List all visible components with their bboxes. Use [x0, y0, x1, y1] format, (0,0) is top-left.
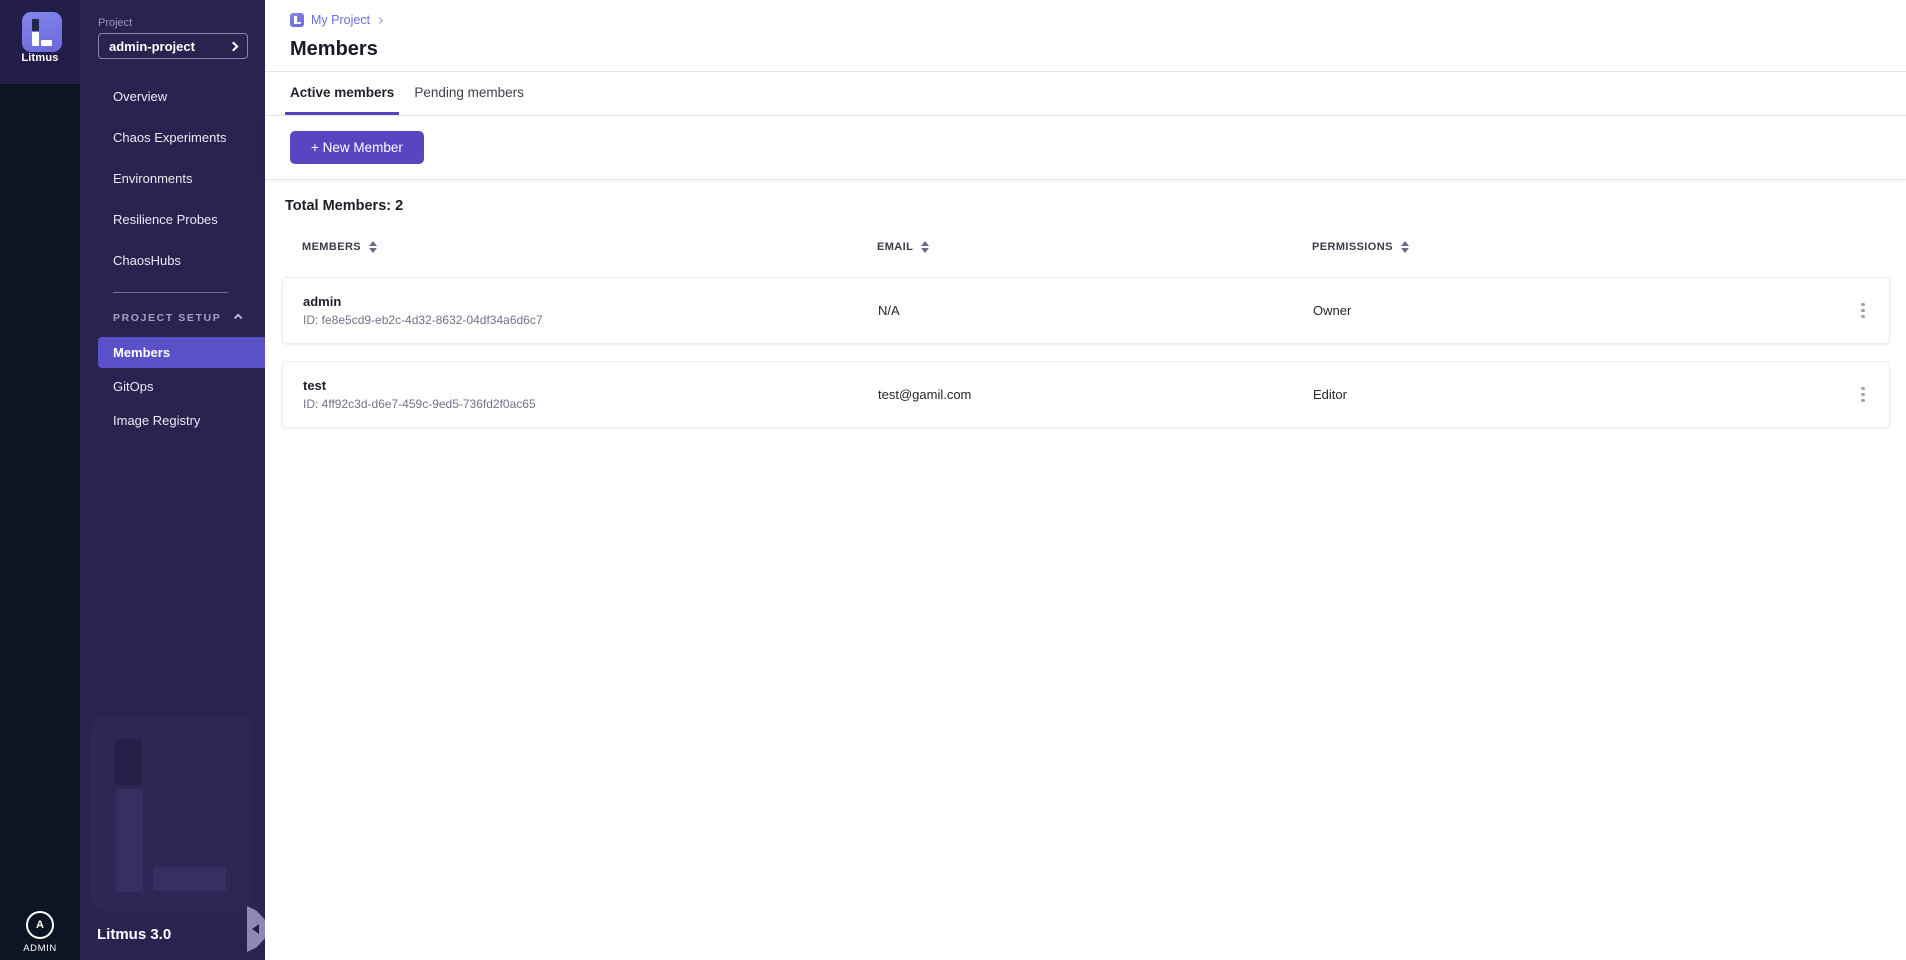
- row-menu-button[interactable]: [1851, 299, 1875, 323]
- sidebar-item-overview[interactable]: Overview: [80, 76, 265, 117]
- member-email: N/A: [878, 303, 1313, 318]
- tab-bar: Active members Pending members: [265, 72, 1906, 116]
- logo-horizontal-bar: [297, 22, 301, 25]
- member-permission: Editor: [1313, 387, 1843, 402]
- page-title: Members: [290, 38, 1906, 61]
- table-row[interactable]: test ID: 4ff92c3d-d6e7-459c-9ed5-736fd2f…: [282, 361, 1890, 428]
- sidebar-item-members[interactable]: Members: [98, 337, 265, 368]
- watermark-bar: [116, 789, 143, 892]
- sidebar-item-image-registry[interactable]: Image Registry: [80, 405, 265, 436]
- user-menu[interactable]: A ADMIN: [0, 911, 80, 954]
- breadcrumb-link-my-project[interactable]: My Project: [311, 13, 370, 27]
- column-label: MEMBERS: [302, 241, 361, 253]
- sidebar-item-environments[interactable]: Environments: [80, 158, 265, 199]
- member-name: admin: [303, 294, 878, 309]
- tab-label: Active members: [290, 85, 394, 100]
- project-selector-value: admin-project: [109, 39, 195, 54]
- column-label: EMAIL: [877, 241, 913, 253]
- sidebar-item-label: Environments: [113, 171, 192, 186]
- sidebar-item-label: Image Registry: [113, 413, 200, 428]
- sidebar-item-gitops[interactable]: GitOps: [80, 371, 265, 402]
- username-label: ADMIN: [0, 943, 80, 954]
- litmus-watermark-graphic: [90, 715, 252, 912]
- main-content: My Project Members Active members Pendin…: [265, 0, 1906, 960]
- tab-pending-members[interactable]: Pending members: [409, 72, 529, 115]
- project-setup-nav: Members GitOps Image Registry: [80, 337, 265, 439]
- member-email: test@gamil.com: [878, 387, 1313, 402]
- table-row[interactable]: admin ID: fe8e5cd9-eb2c-4d32-8632-04df34…: [282, 277, 1890, 344]
- chevron-right-icon: [376, 16, 383, 23]
- project-label: Project: [98, 17, 132, 29]
- sidebar-nav: Overview Chaos Experiments Environments …: [80, 76, 265, 281]
- collapse-arrow-icon: [252, 924, 259, 934]
- sort-icon[interactable]: [369, 241, 377, 254]
- sort-icon[interactable]: [1401, 241, 1409, 254]
- column-header-permissions: PERMISSIONS: [1312, 241, 1844, 254]
- watermark-bar: [115, 739, 142, 785]
- sidebar-divider: [113, 292, 228, 293]
- sidebar-item-label: GitOps: [113, 379, 153, 394]
- tab-label: Pending members: [414, 85, 524, 100]
- member-name: test: [303, 378, 878, 393]
- total-members-count: Total Members: 2: [285, 198, 1890, 214]
- column-header-email: EMAIL: [877, 241, 1312, 254]
- logo-dash-shape: [32, 19, 39, 31]
- sidebar-item-label: Members: [113, 345, 170, 360]
- member-permission: Owner: [1313, 303, 1843, 318]
- row-menu-button[interactable]: [1851, 383, 1875, 407]
- tab-active-members[interactable]: Active members: [285, 72, 399, 115]
- member-id: ID: 4ff92c3d-d6e7-459c-9ed5-736fd2f0ac65: [303, 397, 878, 411]
- project-setup-label: PROJECT SETUP: [113, 312, 221, 324]
- sidebar-item-resilience-probes[interactable]: Resilience Probes: [80, 199, 265, 240]
- column-header-members: MEMBERS: [302, 241, 877, 254]
- chevron-right-icon: [229, 41, 239, 51]
- chevron-up-icon: [234, 314, 242, 322]
- brand-label: Litmus: [0, 52, 80, 64]
- table-header-row: MEMBERS EMAIL PERMISSIONS: [282, 234, 1890, 260]
- toolbar: + New Member: [265, 116, 1906, 180]
- sidebar-item-label: ChaosHubs: [113, 253, 181, 268]
- sidebar-item-label: Overview: [113, 89, 167, 104]
- page-header: My Project Members: [265, 0, 1906, 72]
- sort-icon[interactable]: [921, 241, 929, 254]
- new-member-button[interactable]: + New Member: [290, 131, 424, 164]
- sidebar-item-label: Chaos Experiments: [113, 130, 226, 145]
- logo-vertical-bar: [32, 32, 39, 46]
- member-cell: admin ID: fe8e5cd9-eb2c-4d32-8632-04df34…: [303, 294, 878, 327]
- watermark-bar: [153, 867, 226, 891]
- sidebar-item-label: Resilience Probes: [113, 212, 218, 227]
- avatar[interactable]: A: [26, 911, 54, 939]
- sidebar: Project admin-project Overview Chaos Exp…: [80, 0, 265, 960]
- sidebar-collapse-handle[interactable]: [247, 906, 266, 952]
- project-setup-section-toggle[interactable]: PROJECT SETUP: [80, 305, 265, 331]
- member-cell: test ID: 4ff92c3d-d6e7-459c-9ed5-736fd2f…: [303, 378, 878, 411]
- litmus-logo-icon[interactable]: [22, 12, 62, 52]
- app-window: Litmus A ADMIN Project admin-project Ove…: [0, 0, 1906, 960]
- version-label: Litmus 3.0: [97, 926, 171, 943]
- project-selector[interactable]: admin-project: [98, 33, 248, 59]
- left-rail: Litmus A ADMIN: [0, 0, 80, 960]
- breadcrumb: My Project: [290, 12, 1906, 28]
- project-icon: [290, 13, 304, 27]
- member-id: ID: fe8e5cd9-eb2c-4d32-8632-04df34a6d6c7: [303, 313, 878, 327]
- sidebar-item-chaos-experiments[interactable]: Chaos Experiments: [80, 117, 265, 158]
- logo-horizontal-bar: [41, 40, 52, 46]
- sidebar-item-chaoshubs[interactable]: ChaosHubs: [80, 240, 265, 281]
- members-table-section: Total Members: 2 MEMBERS EMAIL PERMISSIO…: [265, 180, 1906, 428]
- column-label: PERMISSIONS: [1312, 241, 1393, 253]
